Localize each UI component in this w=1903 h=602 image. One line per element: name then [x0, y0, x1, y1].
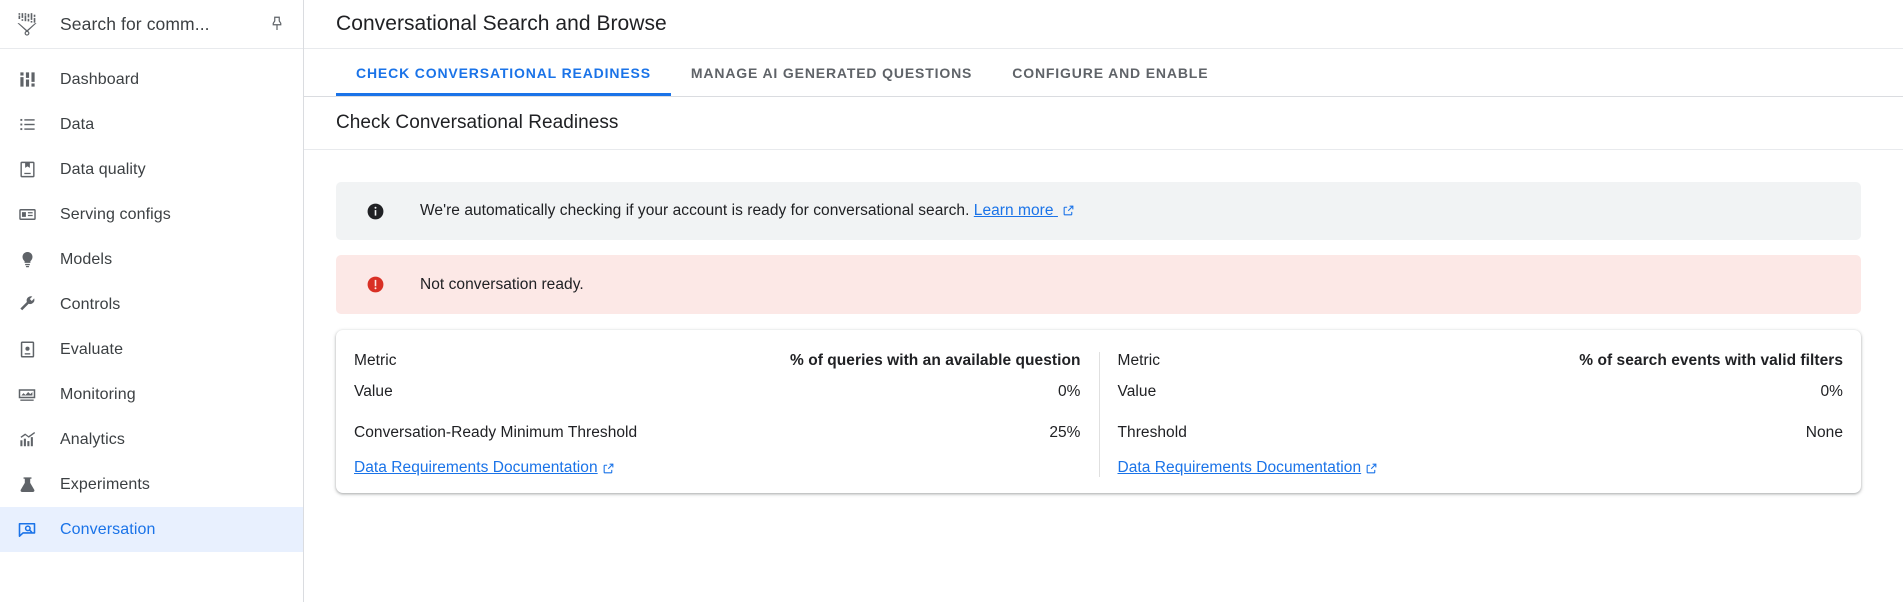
sidebar-item-label: Conversation	[60, 521, 155, 539]
data-quality-icon	[12, 160, 42, 179]
info-icon	[364, 202, 386, 221]
metric-label: Metric	[354, 352, 397, 370]
dashboard-icon	[12, 70, 42, 89]
open-in-new-icon	[602, 462, 615, 475]
error-banner: Not conversation ready.	[336, 255, 1861, 314]
analytics-icon	[12, 430, 42, 449]
tab-label: MANAGE AI GENERATED QUESTIONS	[691, 65, 972, 81]
section-header: Check Conversational Readiness	[304, 97, 1903, 150]
info-banner-text: We're automatically checking if your acc…	[420, 202, 1075, 220]
lightbulb-icon	[12, 250, 42, 269]
metric-label: Conversation-Ready Minimum Threshold	[354, 424, 637, 442]
info-banner: We're automatically checking if your acc…	[336, 182, 1861, 240]
data-requirements-documentation-label: Data Requirements Documentation	[354, 459, 598, 477]
metric-row: Value 0%	[1118, 383, 1844, 414]
page-title: Conversational Search and Browse	[336, 12, 667, 36]
main-content: Conversational Search and Browse CHECK C…	[304, 0, 1903, 602]
sidebar-item-label: Data quality	[60, 161, 146, 179]
learn-more-link[interactable]: Learn more	[974, 202, 1058, 219]
metric-value: None	[1806, 424, 1843, 442]
sidebar-item-label: Evaluate	[60, 341, 123, 359]
metric-label: Value	[354, 383, 393, 401]
evaluate-icon	[12, 340, 42, 359]
metric-column-search-events: Metric % of search events with valid fil…	[1099, 352, 1862, 477]
metric-row-spacer	[354, 414, 1081, 424]
tab-label: CHECK CONVERSATIONAL READINESS	[356, 65, 651, 81]
page-header: Conversational Search and Browse	[304, 0, 1903, 49]
sidebar-item-data[interactable]: Data	[0, 102, 303, 147]
metric-label: Value	[1118, 383, 1157, 401]
sidebar-item-label: Dashboard	[60, 71, 139, 89]
product-title: Search for comm...	[60, 14, 265, 35]
sidebar-item-conversation[interactable]: Conversation	[0, 507, 303, 552]
error-banner-text: Not conversation ready.	[420, 276, 584, 294]
metric-label: Threshold	[1118, 424, 1187, 442]
sidebar-item-data-quality[interactable]: Data quality	[0, 147, 303, 192]
open-in-new-icon	[1062, 204, 1075, 217]
metric-label: Metric	[1118, 352, 1161, 370]
sidebar: Search for comm... Dashboard	[0, 0, 304, 602]
tab-manage-ai-generated-questions[interactable]: MANAGE AI GENERATED QUESTIONS	[671, 49, 992, 96]
sidebar-item-label: Experiments	[60, 476, 150, 494]
open-in-new-icon	[1365, 462, 1378, 475]
wrench-icon	[12, 295, 42, 314]
sidebar-item-label: Models	[60, 251, 112, 269]
list-icon	[12, 115, 42, 134]
error-icon	[364, 275, 386, 294]
readiness-metrics-card: Metric % of queries with an available qu…	[336, 330, 1861, 493]
pin-icon[interactable]	[265, 12, 289, 36]
content-area: We're automatically checking if your acc…	[304, 150, 1903, 602]
app-root: Search for comm... Dashboard	[0, 0, 1903, 602]
metric-value: 25%	[1049, 424, 1080, 442]
metric-row: Metric % of queries with an available qu…	[354, 352, 1081, 383]
section-title: Check Conversational Readiness	[336, 112, 618, 134]
data-requirements-documentation-link[interactable]: Data Requirements Documentation	[354, 459, 615, 477]
serving-configs-icon	[12, 205, 42, 224]
sidebar-item-label: Analytics	[60, 431, 125, 449]
tab-bar: CHECK CONVERSATIONAL READINESS MANAGE AI…	[304, 49, 1903, 97]
sidebar-item-analytics[interactable]: Analytics	[0, 417, 303, 462]
metric-row: Value 0%	[354, 383, 1081, 414]
sidebar-item-monitoring[interactable]: Monitoring	[0, 372, 303, 417]
metric-value: 0%	[1058, 383, 1081, 401]
metric-row: Conversation-Ready Minimum Threshold 25%	[354, 424, 1081, 455]
conversation-icon	[12, 520, 42, 540]
tab-configure-and-enable[interactable]: CONFIGURE AND ENABLE	[992, 49, 1228, 96]
sidebar-item-label: Data	[60, 116, 94, 134]
sidebar-item-label: Controls	[60, 296, 120, 314]
tab-check-conversational-readiness[interactable]: CHECK CONVERSATIONAL READINESS	[336, 49, 671, 96]
monitoring-icon	[12, 385, 42, 405]
sidebar-item-experiments[interactable]: Experiments	[0, 462, 303, 507]
metric-value: % of queries with an available question	[790, 352, 1081, 370]
info-banner-message: We're automatically checking if your acc…	[420, 202, 969, 219]
sidebar-nav: Dashboard Data	[0, 49, 303, 602]
tab-label: CONFIGURE AND ENABLE	[1012, 65, 1208, 81]
data-requirements-documentation-link[interactable]: Data Requirements Documentation	[1118, 459, 1379, 477]
metric-row: Metric % of search events with valid fil…	[1118, 352, 1844, 383]
metric-row: Threshold None	[1118, 424, 1844, 455]
sidebar-item-label: Serving configs	[60, 206, 171, 224]
sidebar-item-dashboard[interactable]: Dashboard	[0, 57, 303, 102]
product-header: Search for comm...	[0, 0, 303, 49]
learn-more-label: Learn more	[974, 202, 1054, 219]
sidebar-item-evaluate[interactable]: Evaluate	[0, 327, 303, 372]
sidebar-item-controls[interactable]: Controls	[0, 282, 303, 327]
metric-value: 0%	[1820, 383, 1843, 401]
flask-icon	[12, 475, 42, 494]
metric-column-queries: Metric % of queries with an available qu…	[336, 352, 1099, 477]
metric-value: % of search events with valid filters	[1579, 352, 1843, 370]
metric-row-spacer	[1118, 414, 1844, 424]
retail-search-icon	[12, 9, 42, 39]
sidebar-item-serving-configs[interactable]: Serving configs	[0, 192, 303, 237]
sidebar-item-label: Monitoring	[60, 386, 136, 404]
data-requirements-documentation-label: Data Requirements Documentation	[1118, 459, 1362, 477]
sidebar-item-models[interactable]: Models	[0, 237, 303, 282]
